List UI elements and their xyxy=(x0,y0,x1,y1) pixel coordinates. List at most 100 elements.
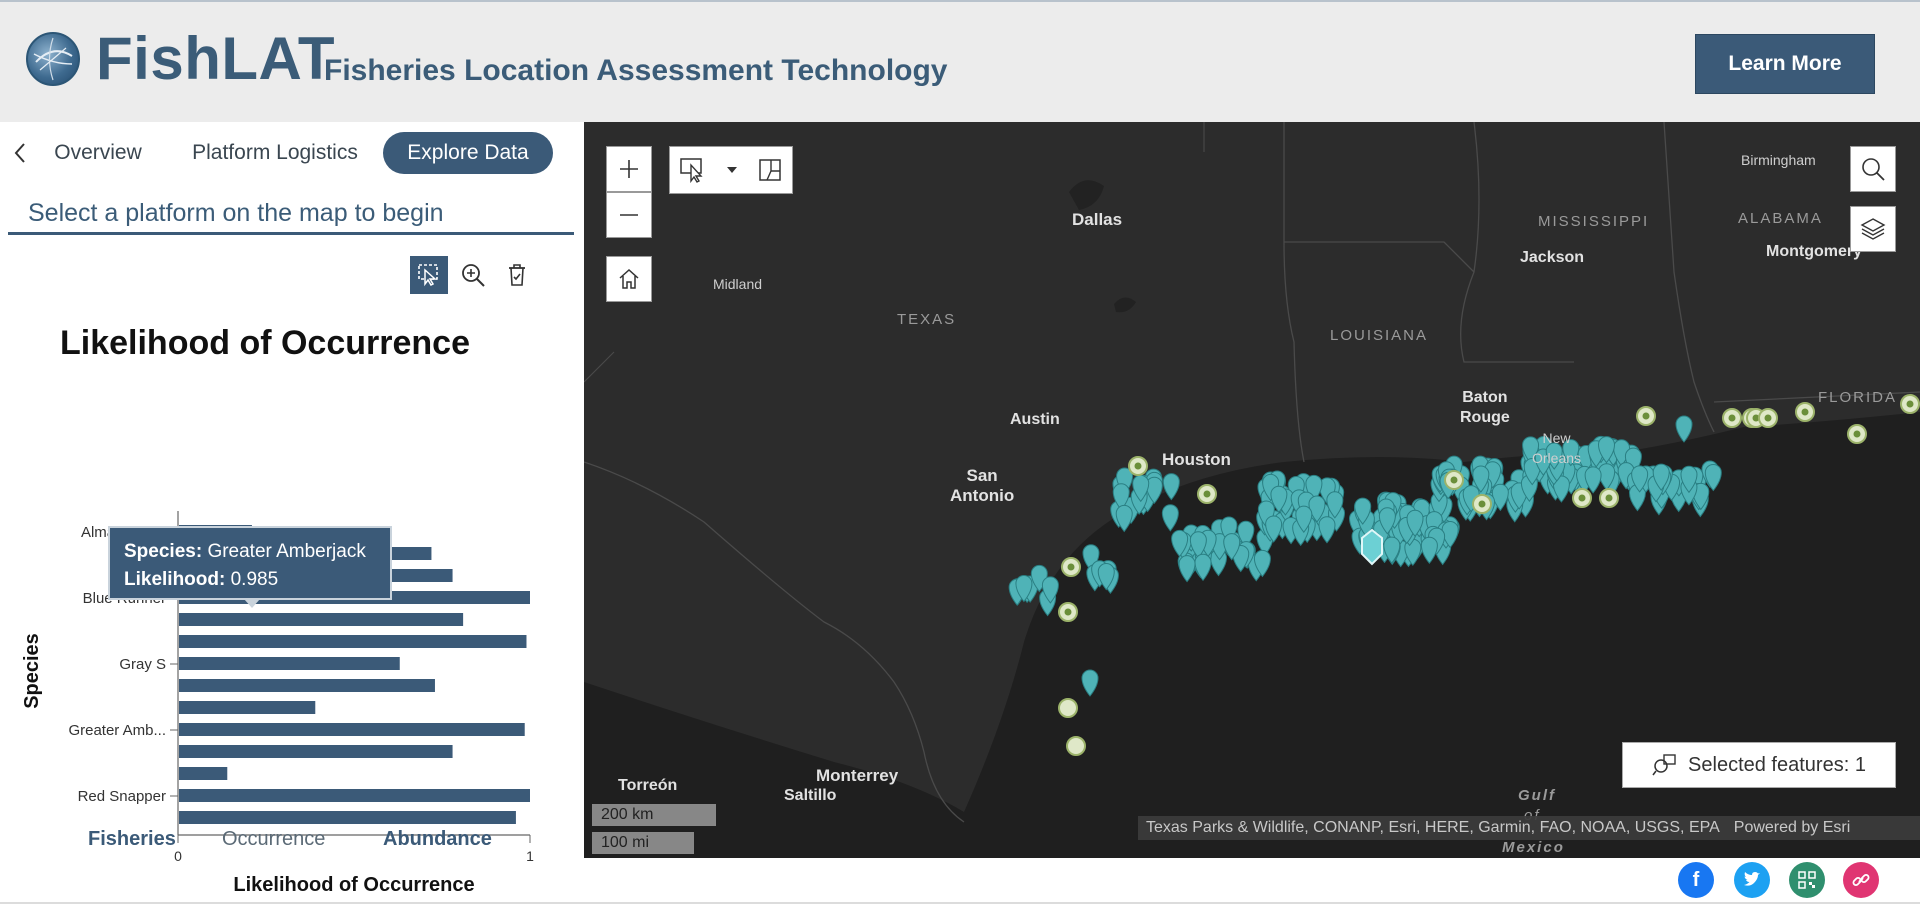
bar xyxy=(179,723,525,736)
selected-features-icon xyxy=(1652,754,1676,776)
y-tick-label: Gray S xyxy=(119,656,166,673)
minus-icon xyxy=(620,214,638,216)
chart-tooltip: Species: Greater Amberjack Likelihood: 0… xyxy=(108,526,392,600)
bar xyxy=(179,657,400,670)
port-marker-dot xyxy=(1578,494,1586,502)
bar xyxy=(179,701,316,714)
mississippi-border xyxy=(1460,122,1574,363)
home-button[interactable] xyxy=(606,256,652,302)
label-dallas: Dallas xyxy=(1072,210,1123,229)
learn-more-button[interactable]: Learn More xyxy=(1695,34,1875,94)
bar xyxy=(179,767,228,780)
select-by-polygon-icon[interactable] xyxy=(757,157,783,183)
twitter-icon[interactable] xyxy=(1734,862,1770,898)
select-icon[interactable] xyxy=(410,256,448,294)
zoom-in-icon[interactable] xyxy=(454,256,492,294)
bar xyxy=(179,679,435,692)
tab-platform-logistics[interactable]: Platform Logistics xyxy=(182,132,368,174)
label-saltillo: Saltillo xyxy=(784,787,837,804)
label-birmingham: Birmingham xyxy=(1741,152,1816,168)
label-alabama: ALABAMA xyxy=(1738,210,1823,227)
tooltip-pointer xyxy=(244,599,260,608)
search-icon xyxy=(1862,158,1885,181)
label-monterrey: Monterrey xyxy=(816,766,899,785)
selection-toolbar[interactable] xyxy=(669,146,793,194)
port-marker-dot xyxy=(1203,490,1211,498)
port-marker-dot xyxy=(1605,494,1613,502)
fishlat-logo xyxy=(26,32,80,86)
zoom-in-button[interactable] xyxy=(606,146,652,192)
caret-down-icon[interactable] xyxy=(725,165,739,175)
qr-code-icon[interactable] xyxy=(1789,862,1825,898)
zoom-out-button[interactable] xyxy=(606,192,652,238)
selected-features-indicator[interactable]: Selected features: 1 xyxy=(1622,742,1896,788)
facebook-icon[interactable]: f xyxy=(1678,862,1714,898)
plus-icon xyxy=(620,160,638,178)
port-marker-dot xyxy=(1134,462,1142,470)
platform-marker[interactable] xyxy=(1675,415,1693,443)
label-midland: Midland xyxy=(713,276,763,292)
port-marker-dot xyxy=(1728,414,1736,422)
label-san-antonio-line2: Antonio xyxy=(950,486,1015,505)
label-torreon: Torreón xyxy=(618,777,678,794)
tab-abundance[interactable]: Abundance xyxy=(383,828,492,851)
prompt-divider xyxy=(8,232,574,235)
label-houston: Houston xyxy=(1162,450,1231,469)
y-tick-label: Red Snapper xyxy=(78,788,166,805)
select-platform-prompt: Select a platform on the map to begin xyxy=(28,199,444,226)
label-new-orleans: New Orleans xyxy=(1532,428,1581,468)
tooltip-species-value: Greater Amberjack xyxy=(207,541,366,562)
clear-selection-icon[interactable] xyxy=(498,256,536,294)
powered-by-esri[interactable]: Powered by Esri xyxy=(1734,819,1851,836)
tab-explore-data[interactable]: Explore Data xyxy=(383,132,553,174)
tooltip-likelihood-label: Likelihood: xyxy=(124,569,226,590)
tooltip-likelihood-value: 0.985 xyxy=(230,569,279,590)
label-austin: Austin xyxy=(1010,411,1060,428)
layers-button[interactable] xyxy=(1850,206,1896,252)
label-san-antonio: San Antonio xyxy=(950,466,1014,506)
app-title: FishLAT xyxy=(96,25,336,92)
scale-bar-mi: 100 mi xyxy=(592,832,694,854)
tab-overview[interactable]: Overview xyxy=(46,132,150,174)
alabama-border xyxy=(1663,122,1715,433)
label-baton-rouge-line1: Baton xyxy=(1462,389,1508,406)
label-baton-rouge: Baton Rouge xyxy=(1460,388,1510,428)
home-icon xyxy=(619,268,639,289)
label-mississippi: MISSISSIPPI xyxy=(1538,213,1650,230)
texas-louisiana-border xyxy=(1283,122,1305,463)
port-marker-dot xyxy=(1064,608,1072,616)
link-icon[interactable] xyxy=(1843,862,1879,898)
tooltip-species-label: Species: xyxy=(124,541,203,562)
lake-shape xyxy=(1114,297,1136,313)
back-chevron-icon[interactable] xyxy=(8,138,32,168)
louisiana-north-border xyxy=(1284,241,1475,273)
tab-fisheries[interactable]: Fisheries xyxy=(88,828,176,851)
app-subtitle: Fisheries Location Assessment Technology xyxy=(324,54,948,87)
port-marker-dot xyxy=(1906,400,1914,408)
port-marker-dot xyxy=(1450,476,1458,484)
port-marker-dot xyxy=(1067,563,1075,571)
label-louisiana: LOUISIANA xyxy=(1330,327,1429,344)
port-marker[interactable] xyxy=(1058,698,1078,718)
bar xyxy=(179,613,464,626)
select-by-rectangle-icon[interactable] xyxy=(679,157,707,183)
label-gulf: Gulf xyxy=(1518,787,1556,804)
port-marker[interactable] xyxy=(1066,736,1086,756)
attribution-text[interactable]: Texas Parks & Wildlife, CONANP, Esri, HE… xyxy=(1146,819,1720,836)
tab-occurrence[interactable]: Occurrence xyxy=(222,828,325,851)
bar xyxy=(179,635,527,648)
map-view[interactable]: Dallas Midland TEXAS LOUISIANA MISSISSIP… xyxy=(584,122,1920,858)
label-baton-rouge-line2: Rouge xyxy=(1460,409,1510,426)
x-tick-label: 1 xyxy=(526,848,534,864)
port-marker-dot xyxy=(1801,408,1809,416)
side-panel: Overview Platform Logistics Explore Data… xyxy=(0,122,584,896)
scale-bar-km: 200 km xyxy=(592,804,716,826)
label-texas: TEXAS xyxy=(897,311,957,328)
selected-features-text: Selected features: 1 xyxy=(1688,753,1866,776)
app-header: FishLAT Fisheries Location Assessment Te… xyxy=(0,0,1920,122)
label-montgomery: Montgomery xyxy=(1766,243,1862,260)
chart-title: Likelihood of Occurrence xyxy=(60,324,470,362)
map-search-button[interactable] xyxy=(1850,146,1896,192)
label-san-antonio-line1: San xyxy=(966,466,998,485)
port-marker-dot xyxy=(1853,430,1861,438)
